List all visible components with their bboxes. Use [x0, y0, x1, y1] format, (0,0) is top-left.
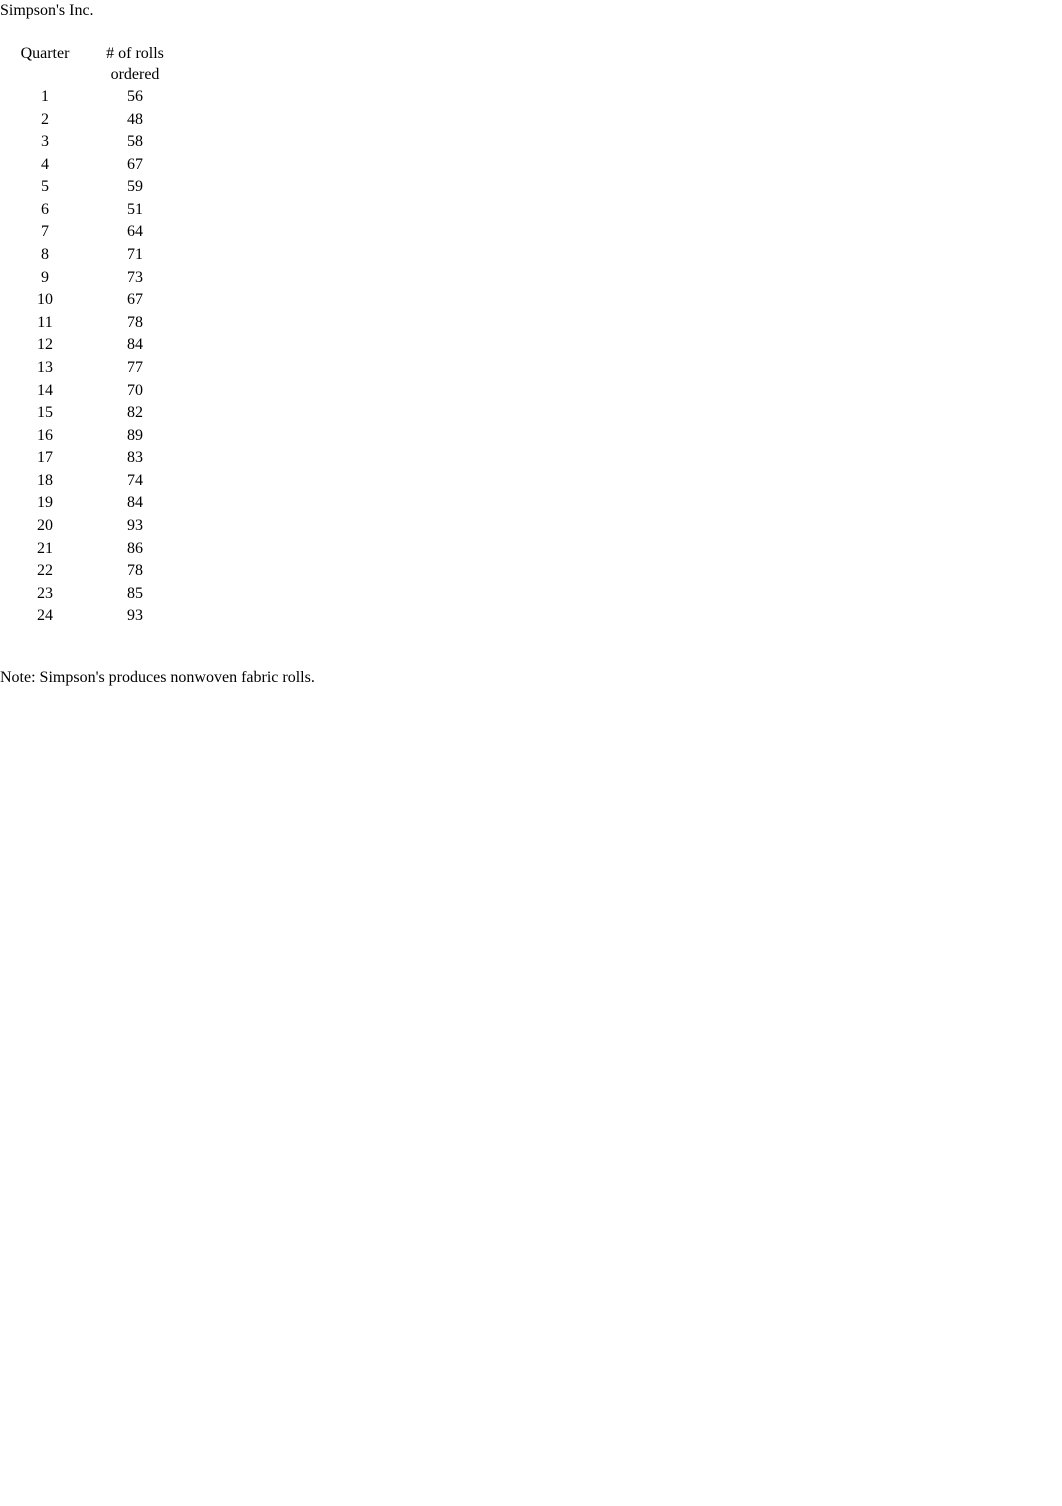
cell-quarter: 15 [37, 404, 53, 422]
cell-quarter: 2 [41, 110, 49, 128]
cell-quarter: 8 [41, 246, 49, 264]
footnote: Note: Simpson's produces nonwoven fabric… [0, 669, 315, 686]
table-row: 10 67 [0, 289, 180, 312]
cell-quarter: 6 [41, 200, 49, 218]
cell-quarter: 23 [37, 584, 53, 602]
cell-rolls-ordered: 78 [127, 313, 143, 331]
table-row: 17 83 [0, 447, 180, 470]
cell-rolls-ordered: 93 [127, 516, 143, 534]
cell-quarter: 4 [41, 155, 49, 173]
cell-rolls-ordered: 84 [127, 336, 143, 354]
table-row: 20 93 [0, 515, 180, 538]
table-row: 9 73 [0, 267, 180, 290]
table-row: 22 78 [0, 560, 180, 583]
table-row: 1 56 [0, 86, 180, 109]
table-row: 15 82 [0, 402, 180, 425]
document-page: Simpson's Inc. Quarter # of rolls ordere… [0, 0, 1062, 1506]
table-row: 21 86 [0, 538, 180, 561]
table-row: 12 84 [0, 334, 180, 357]
cell-quarter: 18 [37, 471, 53, 489]
cell-quarter: 10 [37, 291, 53, 309]
cell-quarter: 19 [37, 494, 53, 512]
cell-rolls-ordered: 83 [127, 449, 143, 467]
table-row: 23 85 [0, 583, 180, 606]
table-row: 13 77 [0, 357, 180, 380]
cell-quarter: 13 [37, 358, 53, 376]
page-title: Simpson's Inc. [0, 2, 94, 19]
cell-quarter: 3 [41, 133, 49, 151]
cell-quarter: 17 [37, 449, 53, 467]
cell-quarter: 9 [41, 268, 49, 286]
table-row: 19 84 [0, 492, 180, 515]
table-row: 3 58 [0, 131, 180, 154]
cell-rolls-ordered: 51 [127, 200, 143, 218]
cell-rolls-ordered: 86 [127, 539, 143, 557]
table-row: 8 71 [0, 244, 180, 267]
table-body: 1 56 2 48 3 58 4 67 5 59 6 51 7 64 8 71 9 73 10 67 11 78 12 84 1… [0, 86, 180, 628]
cell-quarter: 7 [41, 223, 49, 241]
cell-rolls-ordered: 71 [127, 246, 143, 264]
cell-rolls-ordered: 58 [127, 133, 143, 151]
table-row: 6 51 [0, 199, 180, 222]
column-header-rolls-line1: # of rolls [106, 45, 164, 62]
cell-rolls-ordered: 82 [127, 404, 143, 422]
column-header-rolls-ordered: # of rolls ordered [90, 43, 180, 86]
table-row: 16 89 [0, 425, 180, 448]
cell-quarter: 11 [37, 313, 53, 331]
cell-rolls-ordered: 78 [127, 562, 143, 580]
table-row: 18 74 [0, 470, 180, 493]
cell-quarter: 1 [41, 88, 49, 105]
cell-rolls-ordered: 77 [127, 358, 143, 376]
cell-rolls-ordered: 74 [127, 471, 143, 489]
cell-rolls-ordered: 67 [127, 291, 143, 309]
table-row: 14 70 [0, 380, 180, 403]
cell-rolls-ordered: 59 [127, 178, 143, 196]
cell-rolls-ordered: 56 [127, 88, 143, 105]
table-header-row: Quarter # of rolls ordered [0, 43, 180, 86]
cell-rolls-ordered: 85 [127, 584, 143, 602]
column-header-quarter-label: Quarter [20, 45, 70, 62]
table-row: 2 48 [0, 109, 180, 132]
cell-rolls-ordered: 48 [127, 110, 143, 128]
cell-quarter: 24 [37, 607, 53, 625]
table-row: 4 67 [0, 154, 180, 177]
cell-quarter: 14 [37, 381, 53, 399]
cell-rolls-ordered: 73 [127, 268, 143, 286]
column-header-rolls-line2: ordered [110, 66, 160, 83]
table-row: 11 78 [0, 312, 180, 335]
table-row: 7 64 [0, 221, 180, 244]
cell-rolls-ordered: 93 [127, 607, 143, 625]
cell-rolls-ordered: 84 [127, 494, 143, 512]
cell-rolls-ordered: 64 [127, 223, 143, 241]
cell-quarter: 22 [37, 562, 53, 580]
cell-rolls-ordered: 70 [127, 381, 143, 399]
quarterly-rolls-table: Quarter # of rolls ordered 1 56 2 48 3 58 4 67 5… [0, 43, 180, 628]
table-row: 24 93 [0, 605, 180, 628]
cell-rolls-ordered: 89 [127, 426, 143, 444]
cell-rolls-ordered: 67 [127, 155, 143, 173]
table-header: Quarter # of rolls ordered [0, 43, 180, 86]
cell-quarter: 12 [37, 336, 53, 354]
table-row: 5 59 [0, 176, 180, 199]
column-header-quarter: Quarter [0, 43, 90, 86]
cell-quarter: 20 [37, 516, 53, 534]
cell-quarter: 21 [37, 539, 53, 557]
cell-quarter: 16 [37, 426, 53, 444]
cell-quarter: 5 [41, 178, 49, 196]
